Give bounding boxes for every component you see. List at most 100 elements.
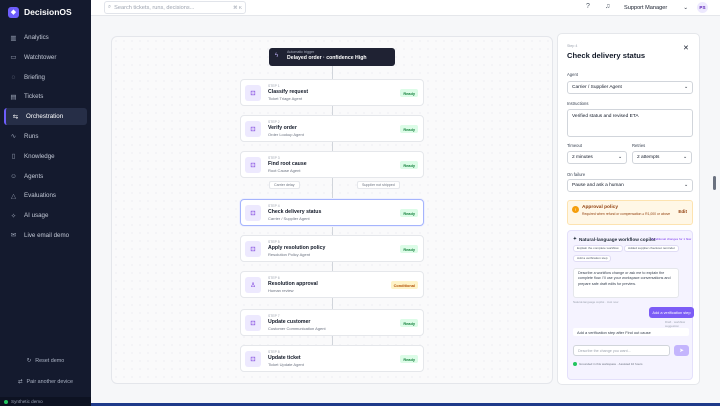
step-agent: Order Lookup Agent bbox=[268, 132, 304, 137]
sidebar-item-label: Evaluations bbox=[24, 192, 56, 200]
sidebar-item-agents[interactable]: ☺ Agents bbox=[4, 168, 87, 185]
instructions-textarea[interactable]: Verified status and revised ETA bbox=[567, 109, 693, 137]
sidebar-item-runs[interactable]: ∿ Runs bbox=[4, 128, 87, 145]
step-name: Verify order bbox=[268, 125, 297, 131]
sidebar-item-label: Analytics bbox=[24, 34, 49, 41]
step-caption: STEP 3 bbox=[268, 156, 280, 160]
sidebar-item-tickets[interactable]: ▤ Tickets bbox=[4, 88, 87, 105]
step-name: Classify request bbox=[268, 89, 309, 95]
sidebar-item-orchestration[interactable]: ⇆ Orchestration bbox=[4, 108, 87, 126]
timeout-select[interactable]: 2 minutes ⌄ bbox=[567, 151, 627, 164]
failure-select[interactable]: Pause and ask a human ⌄ bbox=[567, 179, 693, 192]
copilot-suggestion[interactable]: Add a verification step after Find out c… bbox=[573, 328, 689, 336]
workflow-step-1[interactable]: ⊡ STEP 1 Classify request Ticket Triage … bbox=[240, 79, 424, 106]
chevron-down-icon: ⌄ bbox=[683, 183, 688, 188]
workflow-step-4[interactable]: ⊡ STEP 4 Check delivery status Carrier /… bbox=[240, 199, 424, 226]
assistant-meta: Natural-language copilot · Just now bbox=[573, 300, 619, 304]
flask-icon: △ bbox=[11, 192, 16, 200]
status-badge: Ready bbox=[400, 125, 418, 133]
reset-demo-button[interactable]: ↻ Reset demo bbox=[0, 358, 91, 364]
step-caption: STEP 2 bbox=[268, 120, 280, 124]
chevron-down-icon: ⌄ bbox=[683, 85, 688, 90]
sidebar-item-evaluations[interactable]: △ Evaluations bbox=[4, 187, 87, 204]
sidebar-item-label: Orchestration bbox=[26, 113, 64, 121]
workflow-step-3[interactable]: ⊡ STEP 3 Find root cause Root Cause Agen… bbox=[240, 151, 424, 178]
sidebar-item-label: Tickets bbox=[24, 93, 44, 101]
step-caption: STEP 7 bbox=[268, 314, 280, 318]
book-icon: ▯ bbox=[11, 153, 16, 161]
ticket-icon: ▤ bbox=[10, 93, 17, 101]
workflow-step-6[interactable]: ♙ STEP 6 Resolution approval Human revie… bbox=[240, 271, 424, 298]
workflow-step-7[interactable]: ⊡ STEP 7 Update customer Customer Commun… bbox=[240, 309, 424, 336]
approval-description: Required when refund or compensation ≥ R… bbox=[582, 212, 671, 216]
panel-title: Check delivery status bbox=[567, 51, 646, 60]
sidebar-item-watchtower[interactable]: ▭ Watchtower bbox=[4, 49, 87, 66]
user-message: Add a verification step bbox=[649, 307, 694, 318]
status-badge: Ready bbox=[400, 209, 418, 217]
status-dot-icon bbox=[573, 362, 577, 366]
synthetic-demo-label: Synthetic demo bbox=[11, 399, 43, 404]
sidebar-item-ai-usage[interactable]: ✧ AI usage bbox=[4, 207, 87, 224]
step-name: Update ticket bbox=[268, 355, 301, 361]
step-caption: STEP 5 bbox=[268, 240, 280, 244]
workflow-step-8[interactable]: ⊡ STEP 8 Update ticket Ticket Update Age… bbox=[240, 345, 424, 372]
search-icon: ⌕ bbox=[108, 4, 112, 10]
role-value: Support Manager bbox=[624, 4, 668, 11]
close-icon[interactable]: ✕ bbox=[683, 44, 689, 52]
bell-icon[interactable]: ♫ bbox=[605, 3, 610, 10]
edit-approval-button[interactable]: Edit bbox=[678, 209, 687, 214]
chart-icon: ▥ bbox=[10, 34, 17, 42]
branch-label-supplier-not-shipped[interactable]: Supplier not shipped bbox=[357, 181, 400, 189]
pair-device-button[interactable]: ⇄ Pair another device bbox=[0, 379, 91, 385]
help-icon[interactable]: ? bbox=[586, 3, 590, 10]
step-caption: STEP 4 bbox=[268, 204, 280, 208]
step-caption: STEP 8 bbox=[268, 350, 280, 354]
sidebar-item-knowledge[interactable]: ▯ Knowledge bbox=[4, 148, 87, 165]
role-select[interactable]: Support Manager ⌄ bbox=[624, 2, 688, 13]
status-badge: Ready bbox=[400, 245, 418, 253]
copilot-chip-reminder[interactable]: Added supplier checkout reminder bbox=[624, 245, 679, 252]
sidebar-item-briefing[interactable]: ◌ Briefing bbox=[4, 69, 87, 86]
bot-icon: ☺ bbox=[10, 172, 17, 180]
brand[interactable]: ◆ DecisionOS bbox=[0, 2, 91, 22]
workflow-step-5[interactable]: ⊡ STEP 5 Apply resolution policy Resolut… bbox=[240, 235, 424, 262]
step-agent: Carrier / Supplier Agent bbox=[268, 216, 310, 221]
sidebar-item-analytics[interactable]: ▥ Analytics bbox=[4, 29, 87, 46]
bot-icon: ⊡ bbox=[245, 351, 261, 367]
search-placeholder: Search tickets, runs, decisions... bbox=[114, 4, 195, 11]
bot-icon: ⊡ bbox=[245, 205, 261, 221]
step-agent: Human review bbox=[268, 288, 294, 293]
pair-device-wrap: ⇄ Pair another device bbox=[0, 379, 91, 385]
branch-label-carrier-delay[interactable]: Carrier delay bbox=[269, 181, 300, 189]
step-agent: Ticket Triage Agent bbox=[268, 96, 303, 101]
agent-value: Carrier / Supplier Agent bbox=[572, 85, 622, 90]
copilot-footer-text: Grounded in this workspace · Assisted 10… bbox=[579, 362, 643, 366]
sidebar-item-live-email-demo[interactable]: ✉ Live email demo bbox=[4, 227, 87, 244]
send-icon[interactable]: ➤ bbox=[674, 345, 689, 356]
timeout-label: Timeout bbox=[567, 143, 582, 148]
failure-value: Pause and ask a human bbox=[572, 183, 624, 188]
failure-label: On failure bbox=[567, 172, 586, 177]
retries-label: Retries bbox=[632, 143, 646, 148]
assistant-message: Describe a workflow change or ask me to … bbox=[573, 268, 679, 298]
sidebar-item-label: AI usage bbox=[24, 212, 49, 220]
copilot-footer: Grounded in this workspace · Assisted 10… bbox=[573, 362, 643, 366]
copilot-title-row: ✦ Natural-language workflow copilot bbox=[573, 236, 656, 242]
retries-select[interactable]: 2 attempts ⌄ bbox=[632, 151, 692, 164]
step-name: Apply resolution policy bbox=[268, 245, 326, 251]
status-badge: Ready bbox=[400, 355, 418, 363]
copilot-chip-explain[interactable]: Explain the complete workflow bbox=[573, 245, 623, 252]
top-bar: ⌕ Search tickets, runs, decisions... ⌘ K… bbox=[91, 0, 720, 16]
search-input[interactable]: ⌕ Search tickets, runs, decisions... ⌘ K bbox=[104, 1, 246, 14]
workflow-copilot: ✦ Natural-language workflow copilot Condi… bbox=[567, 230, 694, 380]
scrollbar-thumb[interactable] bbox=[713, 176, 716, 190]
avatar[interactable]: PS bbox=[697, 2, 708, 13]
copilot-chip-verification[interactable]: Add a verification step bbox=[573, 255, 612, 262]
connector-line bbox=[332, 178, 333, 200]
copilot-input[interactable]: Describe the change you want... bbox=[573, 345, 670, 356]
workflow-trigger[interactable]: ϟ Automatic trigger Delayed order · conf… bbox=[269, 48, 395, 66]
step-name: Update customer bbox=[268, 319, 311, 325]
chevron-down-icon: ⌄ bbox=[682, 155, 687, 160]
workflow-step-2[interactable]: ⊡ STEP 2 Verify order Order Lookup Agent… bbox=[240, 115, 424, 142]
agent-select[interactable]: Carrier / Supplier Agent ⌄ bbox=[567, 81, 693, 94]
